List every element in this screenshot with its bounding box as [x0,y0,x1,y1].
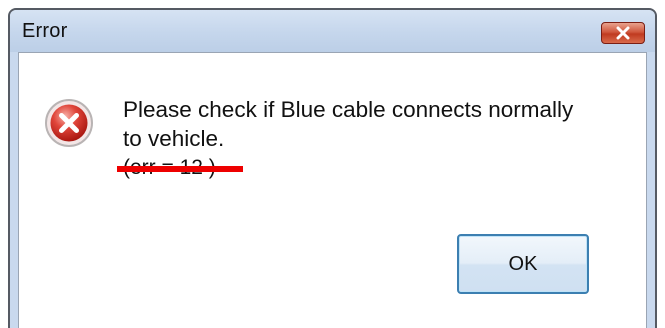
red-annotation-line [117,166,243,172]
error-message: Please check if Blue cable connects norm… [123,97,574,151]
title-bar[interactable]: Error [10,10,655,52]
dialog-content: Please check if Blue cable connects norm… [18,52,647,328]
error-icon [45,99,93,147]
close-x-icon [616,26,630,40]
window-title: Error [22,20,68,42]
error-dialog-window: Error Please check if Blue cable connect… [8,8,657,328]
close-button[interactable] [601,22,645,44]
ok-button[interactable]: OK [457,234,589,294]
